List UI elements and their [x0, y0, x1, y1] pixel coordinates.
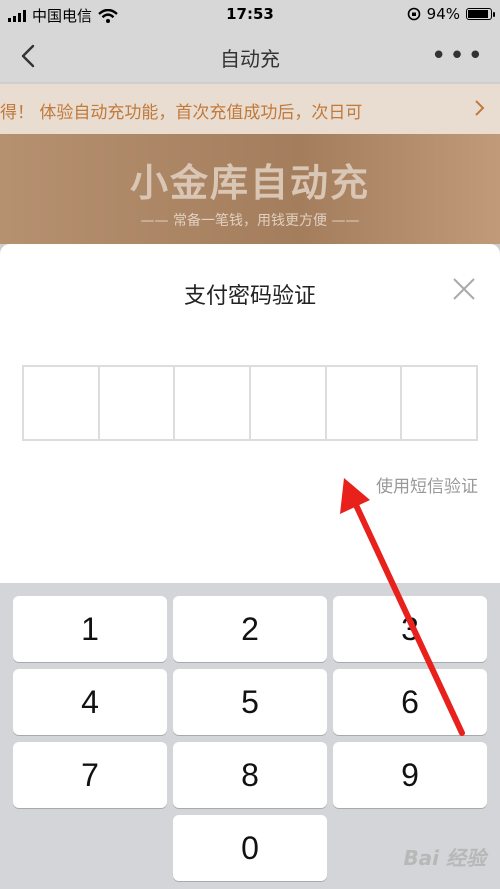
page-title: 自动充: [220, 47, 280, 71]
sms-verify-link[interactable]: 使用短信验证: [376, 472, 478, 497]
notice-text: 得！ 体验自动充功能，首次充值成功后，次日可: [0, 103, 363, 123]
key-5[interactable]: 5: [173, 669, 327, 735]
status-bar: 中国电信 17:53 94%: [0, 0, 500, 30]
dialog-title: 支付密码验证: [183, 284, 316, 309]
key-1[interactable]: 1: [13, 596, 167, 662]
promo-banner: 小金库自动充 —— 常备一笔钱，用钱更方便 ——: [0, 134, 500, 244]
chevron-right-icon: [475, 100, 485, 116]
banner-headline: 小金库自动充: [129, 161, 370, 205]
pin-digit-box[interactable]: [251, 367, 325, 439]
key-8[interactable]: 8: [173, 742, 327, 808]
key-3[interactable]: 3: [333, 596, 487, 662]
pin-digit-box[interactable]: [175, 367, 250, 439]
pin-digit-box[interactable]: [99, 367, 174, 439]
key-2[interactable]: 2: [173, 596, 327, 662]
status-right: 94%: [407, 5, 495, 23]
banner-subtitle: —— 常备一笔钱，用钱更方便 ——: [140, 213, 360, 229]
battery-icon: [466, 8, 495, 20]
rotation-lock-icon: [407, 7, 420, 21]
pin-digit-box[interactable]: [24, 367, 98, 439]
more-icon[interactable]: •••: [431, 43, 486, 69]
key-6[interactable]: 6: [333, 669, 487, 735]
pin-digit-box[interactable]: [402, 367, 477, 439]
nav-bar: 自动充 •••: [0, 30, 500, 82]
key-4[interactable]: 4: [13, 669, 167, 735]
watermark-logo: Bai 经验: [403, 846, 486, 870]
key-0[interactable]: 0: [173, 815, 327, 881]
pin-input[interactable]: [22, 365, 478, 441]
close-icon[interactable]: [452, 277, 476, 301]
key-9[interactable]: 9: [333, 742, 487, 808]
notice-banner[interactable]: 得！ 体验自动充功能，首次充值成功后，次日可: [0, 84, 500, 134]
pin-digit-box[interactable]: [326, 367, 401, 439]
key-7[interactable]: 7: [13, 742, 167, 808]
battery-percent: 94%: [426, 5, 460, 23]
